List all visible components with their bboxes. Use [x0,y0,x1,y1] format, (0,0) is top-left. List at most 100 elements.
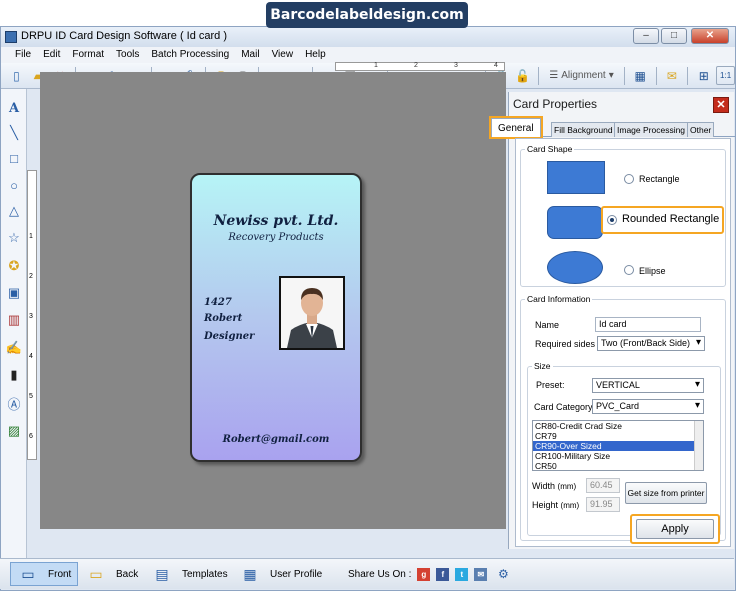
menu-tools[interactable]: Tools [110,47,145,63]
toolbar-separator [623,66,625,85]
triangle-tool-icon[interactable]: △ [5,202,23,220]
list-item[interactable]: CR79 [533,431,703,441]
back-view-button[interactable]: ▭ Back [82,562,138,586]
list-scrollbar[interactable] [694,421,703,470]
tab-fill-background[interactable]: Fill Background [551,122,616,137]
general-tab-content: Card Shape Rectangle Rounded Rectangle E… [515,138,731,547]
menu-view[interactable]: View [266,47,300,63]
rectangle-radio[interactable] [624,174,634,184]
text-tool-icon[interactable]: A [5,99,23,117]
toolbar-separator [538,66,540,85]
back-label: Back [116,568,139,580]
rectangle-tool-icon[interactable]: □ [5,149,23,167]
card-subtitle[interactable]: Recovery Products [192,232,360,243]
mail-icon[interactable]: ✉ [663,66,682,85]
library-tool-icon[interactable]: ▥ [5,311,23,329]
user-profile-button[interactable]: ▦ User Profile [236,562,322,586]
list-item[interactable]: CR80-Credit Crad Size [533,421,703,431]
toolbar-separator [655,66,657,85]
image-tool-icon[interactable]: ▨ [5,422,23,440]
unlock-icon[interactable]: 🔓 [513,66,532,85]
required-sides-select[interactable]: Two (Front/Back Side) [597,336,705,351]
size-legend: Size [532,361,553,371]
toolbar-separator [687,66,689,85]
card-shape-group: Card Shape Rectangle Rounded Rectangle E… [520,144,726,287]
list-item[interactable]: CR100-Military Size [533,451,703,461]
card-photo[interactable] [279,276,345,350]
ruler-mark: 5 [29,393,33,400]
alignment-dropdown[interactable]: ☰ Alignment ▾ [545,70,617,81]
menu-batch-processing[interactable]: Batch Processing [145,47,235,63]
apply-button[interactable]: Apply [636,519,714,539]
card-name-input[interactable]: Id card [595,317,701,332]
google-plus-icon[interactable]: g [417,567,431,581]
tab-image-processing[interactable]: Image Processing [614,122,689,137]
minimize-button[interactable]: – [633,28,659,44]
signature-tool-icon[interactable]: ✍ [5,339,23,357]
grid-icon[interactable]: ▦ [631,66,650,85]
rectangle-option-label: Rectangle [639,174,680,184]
get-size-from-printer-button[interactable]: Get size from printer [625,482,707,504]
card-information-legend: Card Information [525,294,593,304]
share-more-icon[interactable]: ✉ [474,567,488,581]
menu-bar: File Edit Format Tools Batch Processing … [1,47,735,63]
alignment-label: Alignment [561,70,606,81]
menu-edit[interactable]: Edit [37,47,66,63]
watermark-tool-icon[interactable]: Ⓐ [5,394,23,412]
rectangle-shape-preview[interactable] [547,161,605,194]
preset-select[interactable]: VERTICAL [592,378,704,393]
card-shape-legend: Card Shape [525,144,575,154]
card-person-name[interactable]: Robert [204,313,242,324]
panel-close-button[interactable]: ✕ [713,97,729,113]
card-role[interactable]: Designer [204,331,254,342]
ellipse-radio[interactable] [624,265,634,275]
width-input[interactable]: 60.45 [586,478,620,493]
ellipse-tool-icon[interactable]: ○ [5,176,23,194]
card-category-select[interactable]: PVC_Card [592,399,704,414]
symbol-tool-icon[interactable]: ✪ [5,257,23,275]
card-email[interactable]: Robert@gmail.com [192,434,360,445]
tab-general[interactable]: General [489,116,543,139]
id-card-preview[interactable]: Newiss pvt. Ltd. Recovery Products 1427 … [190,173,362,462]
menu-mail[interactable]: Mail [235,47,265,63]
front-view-button[interactable]: ▭ Front [10,562,79,586]
close-window-button[interactable]: ✕ [691,28,729,44]
rounded-rectangle-option-label: Rounded Rectangle [622,213,720,225]
rounded-rectangle-radio[interactable] [607,215,617,225]
star-tool-icon[interactable]: ☆ [5,229,23,247]
rounded-rectangle-shape-preview[interactable] [547,206,603,239]
list-item[interactable]: CR50 [533,461,703,470]
line-tool-icon[interactable]: ╲ [5,124,23,142]
facebook-icon[interactable]: f [436,567,450,581]
size-group: Size Preset: VERTICAL Card Category PVC_… [527,361,721,536]
ellipse-shape-preview[interactable] [547,251,603,284]
maximize-button[interactable]: □ [661,28,687,44]
settings-icon-button[interactable]: ⚙ [498,562,509,586]
share-section: Share Us On : g f t ✉ [348,562,488,586]
new-icon[interactable]: ▯ [7,66,26,85]
menu-help[interactable]: Help [299,47,332,63]
height-input[interactable]: 91.95 [586,497,620,512]
picture-tool-icon[interactable]: ▣ [5,284,23,302]
alignment-icon: ☰ [549,70,559,81]
front-card-icon: ▭ [21,565,35,582]
templates-icon: ▤ [155,565,169,582]
list-item-selected[interactable]: CR90-Over Sized [533,441,703,451]
menu-format[interactable]: Format [66,47,110,63]
barcode-tool-icon[interactable]: ▮ [5,366,23,384]
twitter-icon[interactable]: t [455,567,469,581]
title-bar: DRPU ID Card Design Software ( Id card )… [1,27,735,47]
card-company-name[interactable]: Newiss pvt. Ltd. [192,213,360,229]
fit-window-icon[interactable]: ⊞ [694,66,713,85]
menu-file[interactable]: File [9,47,37,63]
window-title: DRPU ID Card Design Software ( Id card ) [21,30,228,42]
tab-other[interactable]: Other [687,122,715,137]
templates-button[interactable]: ▤ Templates [148,562,227,586]
horizontal-ruler: 1 2 3 4 [335,62,505,71]
share-label: Share Us On : [348,568,412,580]
card-size-list[interactable]: CR80-Credit Crad Size CR79 CR90-Over Siz… [532,420,704,471]
drawing-tools-bar: A ╲ □ ○ △ ☆ ✪ ▣ ▥ ✍ ▮ Ⓐ ▨ [1,89,27,559]
actual-size-button[interactable]: 1:1 [716,66,736,85]
card-category-label: Card Category [534,402,593,412]
card-id-number[interactable]: 1427 [204,297,232,308]
